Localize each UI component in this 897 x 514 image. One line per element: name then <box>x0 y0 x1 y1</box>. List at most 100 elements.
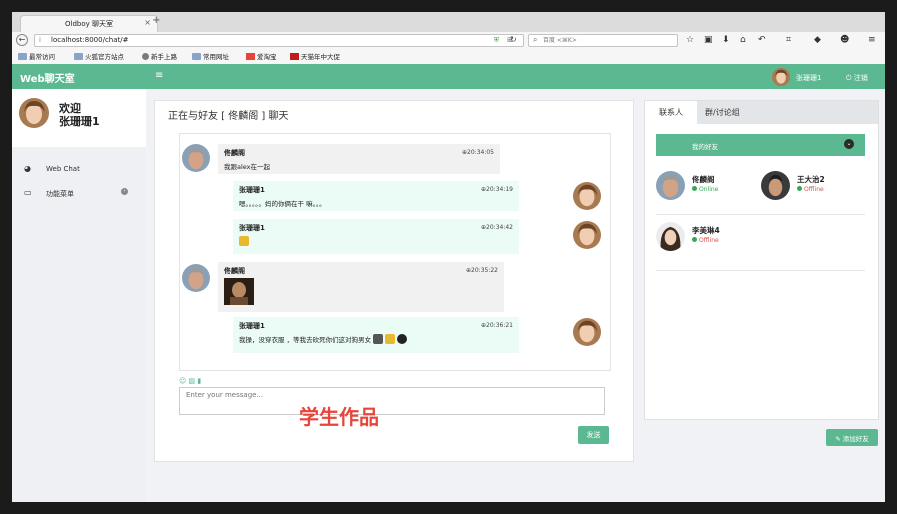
contact-avatar <box>656 222 685 251</box>
reload-icon[interactable]: ↻ <box>510 35 517 44</box>
sidebar-item-function-menu[interactable]: ▭ 功能菜单 › <box>12 184 146 202</box>
message-time: ⊕20:34:05 <box>462 149 494 156</box>
emoji-icon <box>385 334 396 344</box>
url-bar[interactable]: i localhost:8000/chat/# ⛨ ⊞ <box>34 34 524 47</box>
shield-icon[interactable]: ⛨ <box>494 36 499 45</box>
sidebar-item-label: Web Chat <box>46 165 80 173</box>
tab-close-icon[interactable]: × <box>144 18 151 27</box>
tab-contacts[interactable]: 联系人 <box>645 101 697 124</box>
message-input[interactable] <box>179 387 605 415</box>
undo-icon[interactable]: ↶ <box>758 35 766 45</box>
contact-item[interactable]: 王大治2 Offline <box>761 171 861 203</box>
group-header[interactable]: 我的好友 ⌄ <box>656 134 865 156</box>
crop-icon[interactable]: ⌗ <box>786 35 791 45</box>
message-image[interactable] <box>224 278 254 305</box>
chevron-down-icon[interactable]: ⌄ <box>844 139 854 149</box>
chevron-icon[interactable]: › <box>121 188 128 195</box>
contact-item[interactable]: 佟麟阁 Online <box>656 171 756 203</box>
sidebar-item-label: 功能菜单 <box>46 190 74 198</box>
message-time: ⊕20:35:22 <box>466 267 498 274</box>
contact-status: Offline <box>797 186 824 193</box>
sidebar-toggle-icon[interactable]: ≡ <box>155 70 163 81</box>
chat-title: 正在与好友 [ 佟麟阁 ] 聊天 <box>168 111 289 122</box>
contact-item[interactable]: 李美琳4 Offline <box>656 222 756 254</box>
sidebar-item-web-chat[interactable]: ◕ Web Chat <box>12 160 146 178</box>
app-brand[interactable]: Web聊天室 <box>20 70 75 85</box>
message-bubble-sent: 张珊珊1 ⊕20:34:19 嗯。。。。。妈的你俩在干 嘛。。。 <box>233 181 519 211</box>
friend-avatar[interactable] <box>182 144 210 172</box>
bookmark-common-sites[interactable]: 常用网址 <box>192 51 229 61</box>
search-input[interactable] <box>543 35 673 46</box>
bookmark-getting-started[interactable]: 新手上路 <box>142 51 177 61</box>
contacts-tabs: 联系人 群/讨论组 <box>645 101 878 124</box>
message-sender: 佟麟阁 <box>224 267 245 275</box>
emoji-picker-icon[interactable]: ☺ <box>179 377 186 385</box>
app-header: Web聊天室 ≡ 张珊珊1 ⏻ 注销 <box>12 64 885 89</box>
status-dot-icon <box>692 186 697 191</box>
hamburger-menu-icon[interactable]: ≡ <box>868 35 876 45</box>
welcome-user-name: 张珊珊1 <box>59 115 100 128</box>
star-icon[interactable]: ☆ <box>686 35 694 45</box>
contact-name: 李美琳4 <box>692 226 720 235</box>
bookmark-tmall[interactable]: 天猫年中大促 <box>290 51 340 61</box>
contact-name: 佟麟阁 <box>692 175 715 184</box>
message-list[interactable]: 佟麟阁 ⊕20:34:05 我跟alex在一起 张珊珊1 ⊕20:34:19 嗯… <box>179 133 611 371</box>
back-icon[interactable]: ← <box>16 34 28 46</box>
message-text: 我操，没穿衣服 ，等我去砍死你们这对狗男女 <box>239 334 408 344</box>
contacts-panel: 联系人 群/讨论组 我的好友 ⌄ 佟麟阁 Online 王大治2 Offline <box>644 100 879 420</box>
browser-tab[interactable]: Oldboy 聊天室 × <box>20 15 158 32</box>
my-avatar[interactable] <box>573 221 601 249</box>
bookmark-most-visited[interactable]: 最常访问 <box>18 51 55 61</box>
message-sender: 佟麟阁 <box>224 149 245 157</box>
info-icon[interactable]: i <box>39 36 41 44</box>
welcome-panel: 欢迎 张珊珊1 <box>12 89 146 147</box>
contacts-divider <box>656 270 865 271</box>
logout-button[interactable]: ⏻ 注销 <box>846 73 868 83</box>
contact-name: 王大治2 <box>797 175 825 184</box>
home-icon[interactable]: ⌂ <box>740 35 746 45</box>
user-avatar[interactable] <box>772 68 790 86</box>
smiley-icon[interactable]: ☻ <box>840 35 849 45</box>
folder-icon <box>18 53 27 60</box>
watermark-text: 学生作品 <box>299 405 379 429</box>
message-time: ⊕20:36:21 <box>481 322 513 329</box>
contact-avatar <box>761 171 790 200</box>
url-text[interactable]: localhost:8000/chat/# <box>51 36 129 44</box>
message-text: 嗯。。。。。妈的你俩在干 嘛。。。 <box>239 200 326 208</box>
bookmark-aitaobao[interactable]: 爱淘宝 <box>246 51 277 61</box>
tab-title: Oldboy 聊天室 <box>65 20 113 28</box>
message-bubble-sent: 张珊珊1 ⊕20:34:42 <box>233 219 519 254</box>
status-dot-icon <box>692 237 697 242</box>
message-text: 我跟alex在一起 <box>224 163 271 171</box>
my-avatar[interactable] <box>573 182 601 210</box>
group-name: 我的好友 <box>692 143 718 151</box>
bookmark-firefox-official[interactable]: 火狐官方站点 <box>74 51 124 61</box>
message-time: ⊕20:34:42 <box>481 224 513 231</box>
browser-window: Oldboy 聊天室 × + ← i localhost:8000/chat/#… <box>12 12 885 502</box>
search-box[interactable]: ⌕ <box>528 34 678 47</box>
emoji-icon <box>239 236 249 246</box>
message-bubble-received: 佟麟阁 ⊕20:34:05 我跟alex在一起 <box>218 144 500 174</box>
add-friend-button[interactable]: ✎ 添加好友 <box>826 429 878 446</box>
emoji-icon <box>373 334 384 344</box>
message-time: ⊕20:34:19 <box>481 186 513 193</box>
emoji-icon <box>397 334 408 344</box>
download-icon[interactable]: ⬇ <box>722 35 730 45</box>
friend-avatar[interactable] <box>182 264 210 292</box>
sidebar: 欢迎 张珊珊1 ◕ Web Chat ▭ 功能菜单 › <box>12 89 146 502</box>
header-user-name[interactable]: 张珊珊1 <box>796 73 821 83</box>
contact-avatar <box>656 171 685 200</box>
clipboard-icon[interactable]: ▣ <box>704 35 713 45</box>
my-avatar[interactable] <box>573 318 601 346</box>
send-button[interactable]: 发送 <box>578 426 609 444</box>
tmall-icon <box>290 53 299 60</box>
image-upload-icon[interactable]: ▨ <box>189 377 196 385</box>
status-dot-icon <box>797 186 802 191</box>
dashboard-icon: ◕ <box>24 164 31 173</box>
extension-icon[interactable]: ◆ <box>814 35 821 45</box>
tab-groups[interactable]: 群/讨论组 <box>705 101 740 124</box>
taobao-icon <box>246 53 255 60</box>
new-tab-icon[interactable]: + <box>152 15 160 26</box>
folder-icon <box>192 53 201 60</box>
file-upload-icon[interactable]: ▮ <box>197 377 201 385</box>
